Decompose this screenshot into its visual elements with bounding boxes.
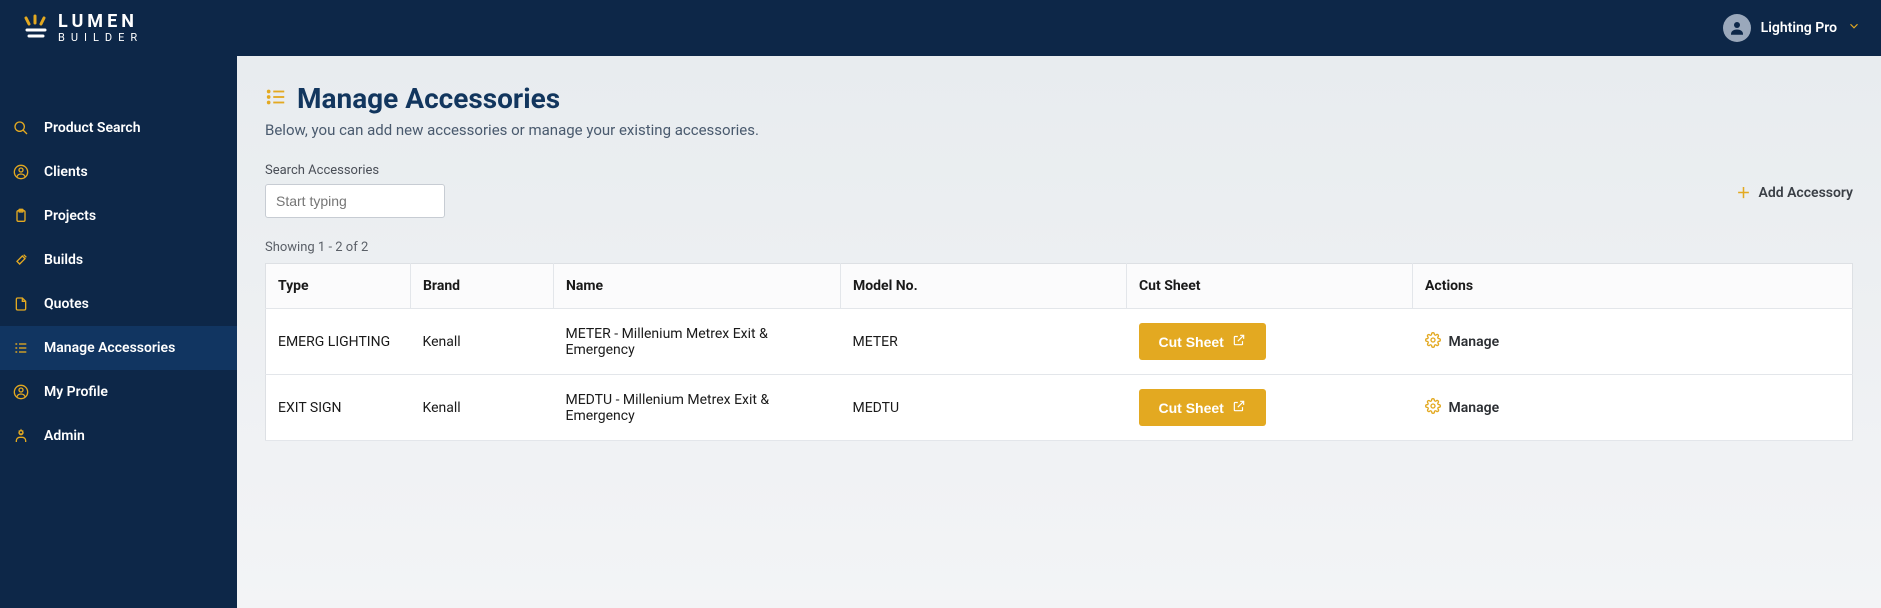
sidebar-item-admin[interactable]: Admin: [0, 414, 237, 458]
gear-icon: [1425, 398, 1441, 418]
manage-button[interactable]: Manage: [1425, 332, 1500, 352]
sidebar-item-label: Builds: [44, 252, 83, 268]
sidebar-item-quotes[interactable]: Quotes: [0, 282, 237, 326]
main-content: Manage Accessories Below, you can add ne…: [237, 56, 1881, 608]
external-link-icon: [1232, 333, 1246, 350]
external-link-icon: [1232, 399, 1246, 416]
col-header-actions: Actions: [1413, 264, 1853, 309]
table-row: EXIT SIGNKenallMEDTU - Millenium Metrex …: [266, 375, 1853, 441]
cut-sheet-button[interactable]: Cut Sheet: [1139, 389, 1266, 426]
cell-type: EXIT SIGN: [266, 375, 411, 441]
file-icon: [12, 296, 30, 312]
sidebar-item-my-profile[interactable]: My Profile: [0, 370, 237, 414]
cell-cutsheet: Cut Sheet: [1127, 309, 1413, 375]
sidebar-item-label: Quotes: [44, 296, 89, 312]
cell-brand: Kenall: [411, 375, 554, 441]
brand-logo[interactable]: LUMEN BUILDER: [20, 13, 143, 44]
manage-button[interactable]: Manage: [1425, 398, 1500, 418]
brand-sub: BUILDER: [58, 31, 143, 44]
cut-sheet-label: Cut Sheet: [1159, 334, 1224, 350]
accessories-table: Type Brand Name Model No. Cut Sheet Acti…: [265, 263, 1853, 441]
tools-icon: [12, 252, 30, 268]
results-count: Showing 1 - 2 of 2: [265, 240, 1853, 255]
cell-actions: Manage: [1413, 375, 1853, 441]
user-menu[interactable]: Lighting Pro: [1723, 14, 1861, 42]
sidebar: Product Search Clients Projects Builds Q…: [0, 56, 237, 608]
col-header-brand: Brand: [411, 264, 554, 309]
col-header-type: Type: [266, 264, 411, 309]
cell-type: EMERG LIGHTING: [266, 309, 411, 375]
user-name: Lighting Pro: [1761, 20, 1837, 36]
plus-icon: ＋: [1737, 183, 1751, 203]
cell-model: METER: [841, 309, 1127, 375]
sidebar-item-manage-accessories[interactable]: Manage Accessories: [0, 326, 237, 370]
list-icon: [265, 86, 287, 112]
avatar: [1723, 14, 1751, 42]
add-accessory-button[interactable]: ＋ Add Accessory: [1737, 163, 1854, 203]
topbar: LUMEN BUILDER Lighting Pro: [0, 0, 1881, 56]
cell-model: MEDTU: [841, 375, 1127, 441]
col-header-model: Model No.: [841, 264, 1127, 309]
table-row: EMERG LIGHTINGKenallMETER - Millenium Me…: [266, 309, 1853, 375]
page-title: Manage Accessories: [297, 82, 560, 115]
cell-brand: Kenall: [411, 309, 554, 375]
cell-name: METER - Millenium Metrex Exit & Emergenc…: [554, 309, 841, 375]
sidebar-item-projects[interactable]: Projects: [0, 194, 237, 238]
list-icon: [12, 340, 30, 356]
sidebar-item-label: Admin: [44, 428, 85, 444]
page-subtitle: Below, you can add new accessories or ma…: [265, 121, 1853, 139]
cell-cutsheet: Cut Sheet: [1127, 375, 1413, 441]
search-input[interactable]: [265, 184, 445, 218]
manage-label: Manage: [1449, 400, 1500, 416]
cut-sheet-button[interactable]: Cut Sheet: [1139, 323, 1266, 360]
sidebar-item-clients[interactable]: Clients: [0, 150, 237, 194]
cell-name: MEDTU - Millenium Metrex Exit & Emergenc…: [554, 375, 841, 441]
sidebar-item-label: My Profile: [44, 384, 108, 400]
col-header-cutsheet: Cut Sheet: [1127, 264, 1413, 309]
admin-icon: [12, 428, 30, 444]
brand-name: LUMEN: [58, 11, 138, 32]
chevron-down-icon: [1847, 19, 1861, 37]
gear-icon: [1425, 332, 1441, 352]
col-header-name: Name: [554, 264, 841, 309]
logo-mark-icon: [20, 13, 50, 43]
add-accessory-label: Add Accessory: [1759, 185, 1854, 201]
cut-sheet-label: Cut Sheet: [1159, 400, 1224, 416]
manage-label: Manage: [1449, 334, 1500, 350]
sidebar-item-label: Projects: [44, 208, 96, 224]
sidebar-item-label: Manage Accessories: [44, 340, 175, 356]
search-label: Search Accessories: [265, 163, 445, 178]
sidebar-item-label: Product Search: [44, 120, 141, 136]
user-circle-icon: [12, 384, 30, 400]
sidebar-item-builds[interactable]: Builds: [0, 238, 237, 282]
sidebar-item-product-search[interactable]: Product Search: [0, 106, 237, 150]
search-icon: [12, 120, 30, 136]
sidebar-item-label: Clients: [44, 164, 88, 180]
user-circle-icon: [12, 164, 30, 180]
clipboard-icon: [12, 208, 30, 224]
cell-actions: Manage: [1413, 309, 1853, 375]
